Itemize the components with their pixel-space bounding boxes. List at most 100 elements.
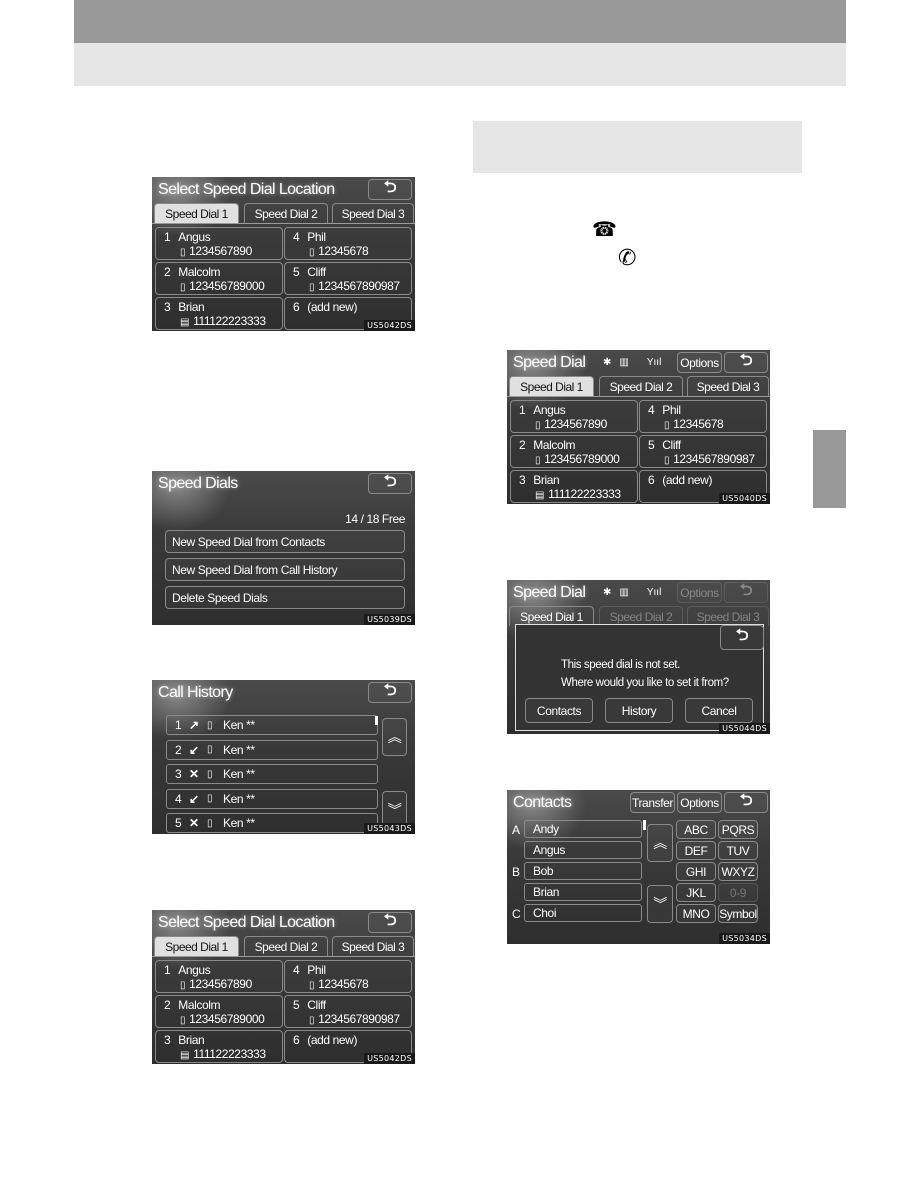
dialog-message-line-2: Where would you like to set it from? (561, 677, 729, 689)
back-button[interactable]: ⮌ (368, 682, 412, 703)
screen-title: Speed Dials (158, 475, 238, 492)
history-button[interactable]: History (605, 698, 673, 723)
back-button[interactable]: ⮌ (724, 352, 768, 373)
new-from-contacts-button[interactable]: New Speed Dial from Contacts (165, 530, 405, 553)
caller-name: Ken ** (223, 791, 255, 806)
speed-dial-slot[interactable]: 5 Cliff ▯ 1234567890987 (284, 262, 412, 295)
contacts-screen: Contacts Transfer Options ⮌ A Andy Angus B B… (507, 790, 770, 944)
scrollbar-thumb[interactable] (375, 716, 378, 725)
slot-contact-name: Brian (533, 473, 560, 487)
alphabet-key-symbol[interactable]: Symbol (718, 904, 758, 923)
cancel-button[interactable]: Cancel (685, 698, 753, 723)
dialog-back-button[interactable]: ⮌ (720, 625, 764, 650)
row-number: 2 (175, 742, 182, 757)
scroll-up-button[interactable]: ︽ (647, 824, 673, 862)
slot-phone-number: 111122223333 (548, 487, 621, 501)
slot-number: 2 (519, 438, 526, 452)
contact-row[interactable]: Choi (524, 904, 642, 922)
speed-dial-slot[interactable]: 5 Cliff ▯ 1234567890987 (639, 435, 767, 468)
scroll-up-button[interactable]: ︽ (382, 718, 407, 756)
tab-speed-dial-2[interactable]: Speed Dial 2 (599, 376, 683, 396)
scrollbar-thumb[interactable] (643, 820, 646, 830)
header-band (74, 0, 846, 43)
tab-speed-dial-1[interactable]: Speed Dial 1 (154, 203, 239, 224)
tab-speed-dial-2[interactable]: Speed Dial 2 (244, 203, 328, 223)
options-button[interactable]: Options (677, 792, 722, 813)
slot-number: 3 (164, 300, 171, 314)
speed-dial-slot[interactable]: 2 Malcolm ▯ 123456789000 (155, 995, 283, 1028)
speed-dial-slot[interactable]: 2 Malcolm ▯ 123456789000 (510, 435, 638, 468)
tab-speed-dial-3[interactable]: Speed Dial 3 (332, 936, 414, 956)
slot-phone-number: 1234567890 (544, 417, 607, 431)
alphabet-key-jkl[interactable]: JKL (676, 883, 716, 902)
delete-speed-dials-button[interactable]: Delete Speed Dials (165, 586, 405, 609)
options-button[interactable]: Options (677, 352, 722, 373)
row-number: 5 (175, 816, 182, 830)
call-history-row[interactable]: 2 ↙ ▯ Ken ** (166, 739, 378, 760)
call-history-screen: Call History ⮌ 1 ↗ ▯ Ken ** 2 ↙ ▯ Ken ** 3 ✕ ▯ Ken … (152, 680, 415, 834)
mobile-icon: ▯ (207, 793, 213, 804)
scroll-down-button[interactable]: ︾ (647, 885, 673, 923)
mobile-icon: ▯ (207, 768, 213, 780)
contact-row[interactable]: Brian (524, 883, 642, 901)
tab-speed-dial-3[interactable]: Speed Dial 3 (332, 203, 414, 223)
contact-row[interactable]: Angus (524, 841, 642, 859)
incoming-call-icon: ↙ (189, 742, 199, 757)
slot-label: 3 Brian (164, 1033, 205, 1047)
speed-dial-slot[interactable]: 4 Phil ▯ 12345678 (639, 400, 767, 433)
contact-row[interactable]: Bob (524, 862, 642, 880)
speed-dial-slot[interactable]: 3 Brian ▤ 111122223333 (155, 297, 283, 330)
back-button[interactable]: ⮌ (368, 912, 412, 933)
contacts-button[interactable]: Contacts (525, 698, 593, 723)
index-letter: C (512, 907, 521, 921)
mobile-icon: ▯ (180, 980, 186, 991)
speed-dial-slot[interactable]: 4 Phil ▯ 12345678 (284, 960, 412, 993)
slot-contact-name: Malcolm (533, 438, 576, 452)
call-history-row[interactable]: 4 ↙ ▯ Ken ** (166, 788, 378, 809)
alphabet-key-abc[interactable]: ABC (676, 820, 716, 839)
mobile-icon: ▯ (664, 455, 670, 466)
slot-phone-line: ▯ 123456789000 (535, 452, 620, 466)
transfer-button[interactable]: Transfer (630, 792, 675, 813)
mobile-icon: ▯ (664, 420, 670, 431)
new-from-call-history-button[interactable]: New Speed Dial from Call History (165, 558, 405, 581)
alphabet-key-pqrs[interactable]: PQRS (718, 820, 758, 839)
slot-label: 1 Angus (164, 230, 211, 244)
call-history-row[interactable]: 1 ↗ ▯ Ken ** (166, 715, 378, 735)
call-history-row[interactable]: 5 ✕ ▯ Ken ** (166, 813, 378, 833)
slot-contact-name: Cliff (307, 265, 326, 279)
alphabet-key-mno[interactable]: MNO (676, 904, 716, 923)
speed-dial-slot[interactable]: 1 Angus ▯ 1234567890 (510, 400, 638, 433)
tab-speed-dial-3[interactable]: Speed Dial 3 (687, 376, 769, 396)
slot-phone-line: ▯ 1234567890 (535, 417, 607, 431)
tab-speed-dial-1[interactable]: Speed Dial 1 (154, 936, 239, 957)
tab-speed-dial-1[interactable]: Speed Dial 1 (509, 376, 594, 397)
speed-dials-screen: Speed Dials ⮌ 14 / 18 Free New Speed Dia… (152, 471, 415, 625)
slot-phone-number: 1234567890 (189, 977, 252, 991)
mobile-icon: ▯ (207, 817, 213, 829)
back-button[interactable]: ⮌ (368, 473, 412, 494)
speed-dial-slot[interactable]: 1 Angus ▯ 1234567890 (155, 227, 283, 260)
speed-dial-slot[interactable]: 3 Brian ▤ 111122223333 (510, 470, 638, 503)
outgoing-call-icon: ↗ (189, 718, 199, 732)
alphabet-key-tuv[interactable]: TUV (718, 841, 758, 860)
slot-label: 5 Cliff (293, 998, 326, 1012)
alphabet-key-ghi[interactable]: GHI (676, 862, 716, 881)
tab-speed-dial-2[interactable]: Speed Dial 2 (244, 936, 328, 956)
speed-dial-slot[interactable]: 3 Brian ▤ 111122223333 (155, 1030, 283, 1063)
index-letter: A (512, 823, 521, 837)
slot-number: 4 (293, 230, 300, 244)
speed-dial-slot[interactable]: 5 Cliff ▯ 1234567890987 (284, 995, 412, 1028)
contact-row[interactable]: Andy (524, 820, 642, 838)
slot-phone-number: 123456789000 (544, 452, 620, 466)
speed-dial-slot[interactable]: 2 Malcolm ▯ 123456789000 (155, 262, 283, 295)
alphabet-key-wxyz[interactable]: WXYZ (718, 862, 758, 881)
speed-dial-slot[interactable]: 1 Angus ▯ 1234567890 (155, 960, 283, 993)
slot-label: 5 Cliff (293, 265, 326, 279)
slot-phone-line: ▯ 1234567890987 (664, 452, 755, 466)
back-button[interactable]: ⮌ (368, 179, 412, 200)
speed-dial-slot[interactable]: 4 Phil ▯ 12345678 (284, 227, 412, 260)
alphabet-key-def[interactable]: DEF (676, 841, 716, 860)
call-history-row[interactable]: 3 ✕ ▯ Ken ** (166, 764, 378, 784)
back-button[interactable]: ⮌ (724, 792, 768, 813)
